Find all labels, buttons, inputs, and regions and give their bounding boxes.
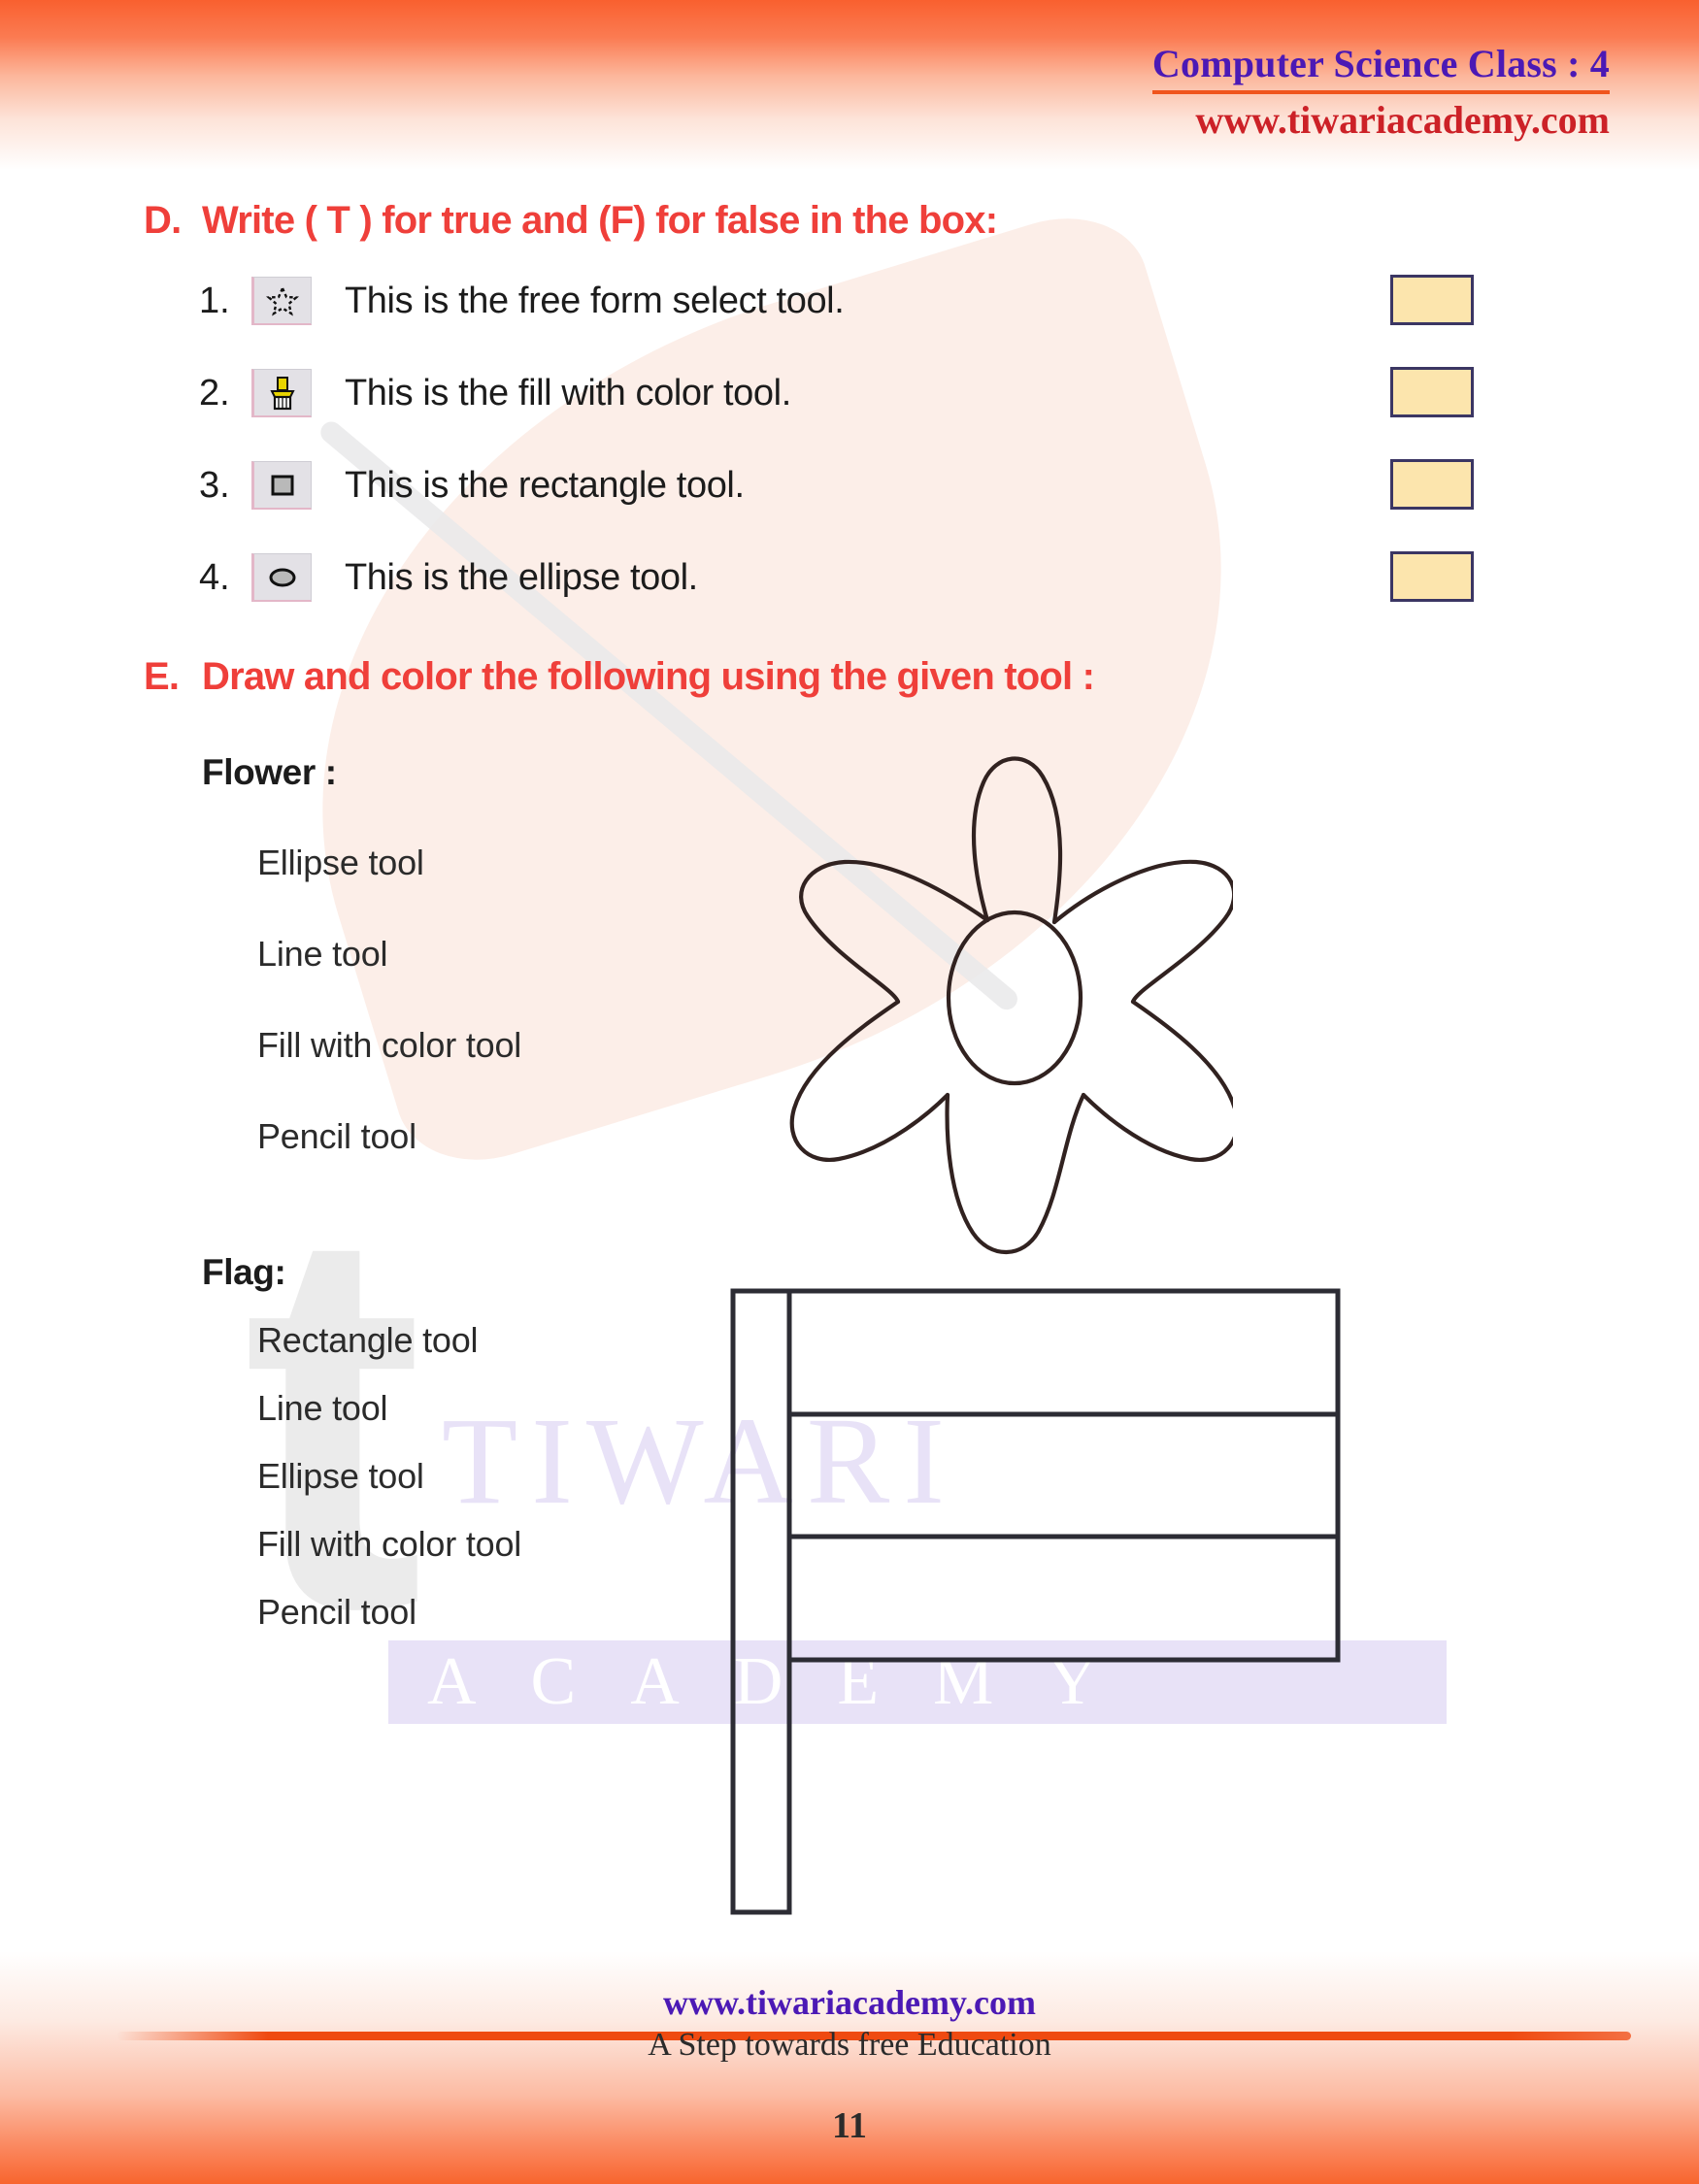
question-text: This is the rectangle tool. bbox=[345, 464, 745, 506]
question-row-4: 4. This is the ellipse tool. bbox=[199, 553, 698, 602]
section-e-letter: E. bbox=[144, 655, 180, 698]
free-form-select-icon bbox=[251, 277, 312, 325]
header-website: www.tiwariacademy.com bbox=[1195, 98, 1610, 142]
ellipse-icon bbox=[251, 553, 312, 602]
rectangle-icon bbox=[251, 461, 312, 510]
section-e-title: Draw and color the following using the g… bbox=[202, 655, 1095, 698]
worksheet-page: t TIWARI ACADEMY Computer Science Class … bbox=[0, 0, 1699, 2184]
flower-tool-item: Line tool bbox=[257, 934, 388, 974]
flower-tool-item: Ellipse tool bbox=[257, 843, 424, 882]
fill-with-color-icon bbox=[251, 369, 312, 417]
answer-box-4[interactable] bbox=[1390, 551, 1474, 602]
question-number: 4. bbox=[199, 556, 230, 598]
flag-tool-item: Line tool bbox=[257, 1388, 388, 1428]
header-title: Computer Science Class : 4 bbox=[1151, 42, 1610, 85]
question-number: 3. bbox=[199, 464, 230, 506]
flower-group-title: Flower : bbox=[202, 752, 337, 792]
flag-tool-item: Pencil tool bbox=[257, 1592, 416, 1632]
flower-tool-item: Fill with color tool bbox=[257, 1025, 522, 1065]
footer-tagline: A Step towards free Education bbox=[648, 2027, 1051, 2063]
answer-box-3[interactable] bbox=[1390, 459, 1474, 510]
header-divider bbox=[1151, 90, 1610, 94]
flower-outline-drawing bbox=[748, 738, 1240, 1267]
footer-website: www.tiwariacademy.com bbox=[663, 1983, 1036, 2022]
page-header: Computer Science Class : 4 www.tiwariaca… bbox=[1151, 41, 1610, 143]
flag-tool-item: Fill with color tool bbox=[257, 1524, 522, 1564]
question-row-3: 3. This is the rectangle tool. bbox=[199, 461, 745, 510]
answer-box-2[interactable] bbox=[1390, 367, 1474, 417]
page-number: 11 bbox=[832, 2105, 867, 2146]
flag-tool-item: Rectangle tool bbox=[257, 1320, 479, 1360]
flag-tool-item: Ellipse tool bbox=[257, 1456, 424, 1496]
question-row-1: 1. This is the free form select tool. bbox=[199, 277, 845, 325]
flower-tool-item: Pencil tool bbox=[257, 1116, 416, 1156]
section-d-title: Write ( T ) for true and (F) for false i… bbox=[202, 199, 998, 242]
question-row-2: 2. This is the fill with color tool. bbox=[199, 369, 791, 417]
flag-outline-drawing bbox=[728, 1286, 1349, 1922]
question-text: This is the ellipse tool. bbox=[345, 556, 698, 598]
section-e-heading: E. Draw and color the following using the… bbox=[144, 655, 1095, 699]
question-number: 2. bbox=[199, 372, 230, 414]
flag-group-title: Flag: bbox=[202, 1252, 286, 1292]
section-d-heading: D. Write ( T ) for true and (F) for false… bbox=[144, 199, 998, 243]
section-d-letter: D. bbox=[144, 199, 182, 242]
question-number: 1. bbox=[199, 280, 230, 321]
question-text: This is the fill with color tool. bbox=[345, 372, 791, 414]
question-text: This is the free form select tool. bbox=[345, 280, 845, 321]
answer-box-1[interactable] bbox=[1390, 275, 1474, 325]
